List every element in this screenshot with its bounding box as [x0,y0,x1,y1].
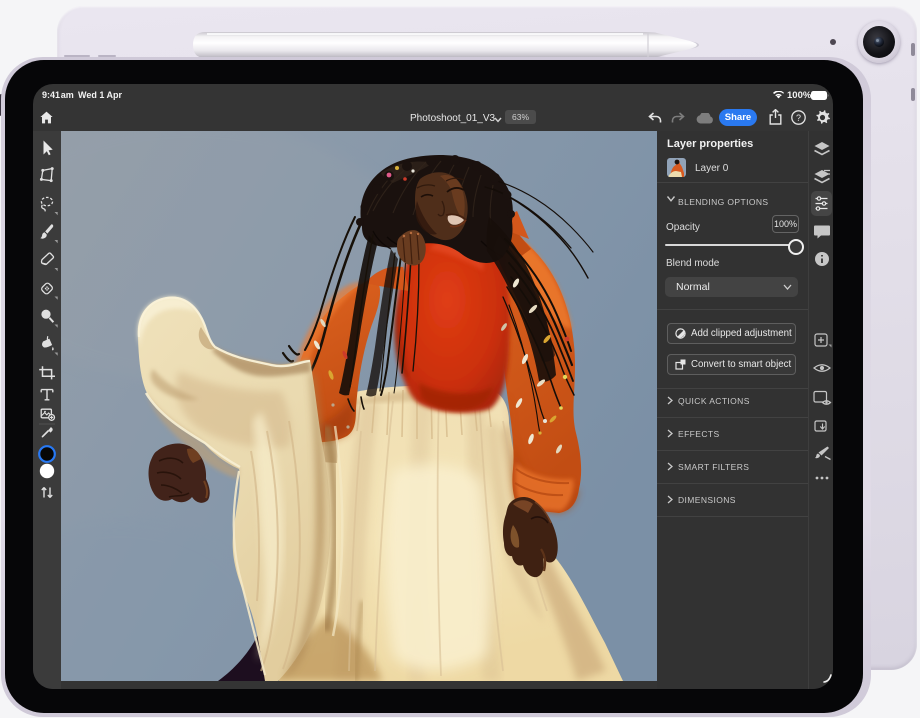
svg-text:?: ? [796,113,801,123]
